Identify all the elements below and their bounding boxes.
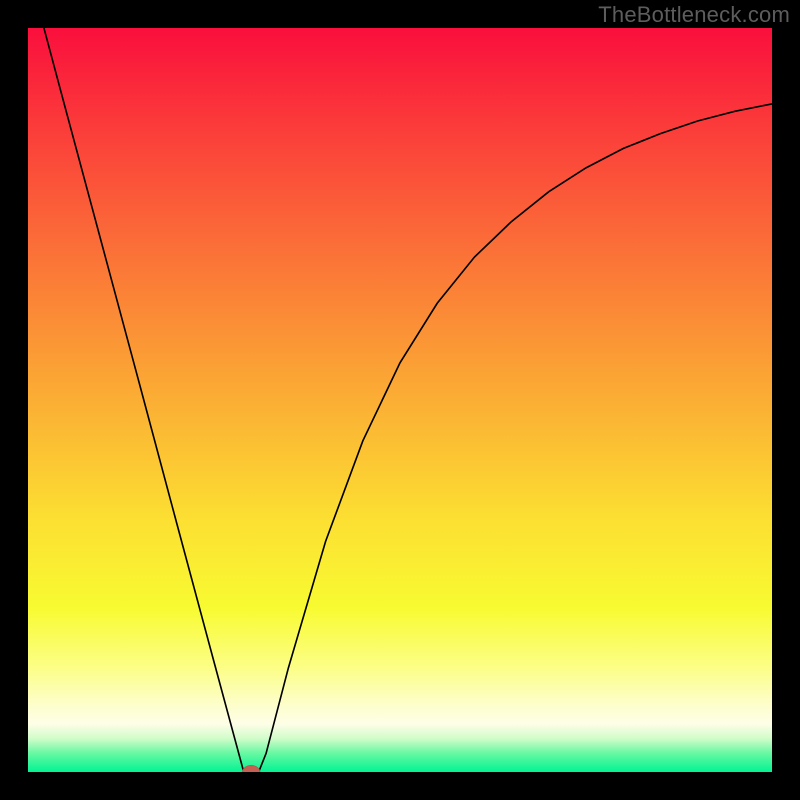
plot-area	[28, 28, 772, 772]
chart-svg	[28, 28, 772, 772]
chart-frame: TheBottleneck.com	[0, 0, 800, 800]
chart-background	[28, 28, 772, 772]
watermark-text: TheBottleneck.com	[598, 2, 790, 28]
